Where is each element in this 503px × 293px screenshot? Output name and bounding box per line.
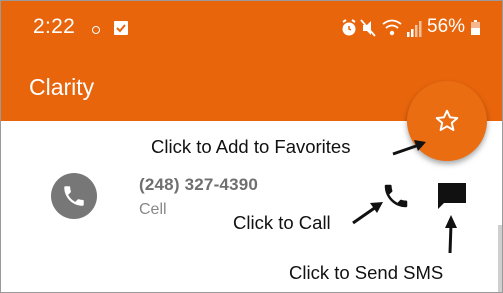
add-to-favorites-button[interactable] <box>407 81 487 161</box>
status-icons <box>342 19 422 37</box>
favorites-callout: Click to Add to Favorites <box>151 136 351 157</box>
status-bar: 2:22 56% <box>1 1 502 49</box>
phone-icon <box>64 186 84 206</box>
star-outline-icon <box>435 109 459 131</box>
contact-phone-type: Cell <box>139 201 167 218</box>
sms-callout: Click to Send SMS <box>289 262 444 283</box>
mute-icon <box>360 19 376 37</box>
app-title: Clarity <box>29 74 95 100</box>
battery-icon <box>471 20 480 35</box>
notification-circle-icon <box>92 26 100 34</box>
call-arrow <box>352 202 383 225</box>
send-sms-button[interactable] <box>437 182 467 210</box>
status-time: 2:22 <box>33 15 76 38</box>
alarm-icon <box>342 19 356 36</box>
call-callout: Click to Call <box>233 212 331 233</box>
battery-percent: 56% <box>427 16 466 37</box>
wifi-icon <box>382 19 402 36</box>
notification-checkbox-icon <box>114 21 128 35</box>
screenshot-frame: 2:22 56% Clarity Click to Add to Favorit… <box>0 0 503 293</box>
signal-icon <box>407 21 422 37</box>
scroll-edge <box>498 225 502 292</box>
contact-avatar <box>51 173 97 219</box>
contact-phone-number: (248) 327-4390 <box>139 175 259 194</box>
call-button[interactable] <box>381 181 411 211</box>
message-icon <box>438 183 466 209</box>
phone-icon <box>384 184 408 208</box>
sms-arrow <box>445 215 457 254</box>
